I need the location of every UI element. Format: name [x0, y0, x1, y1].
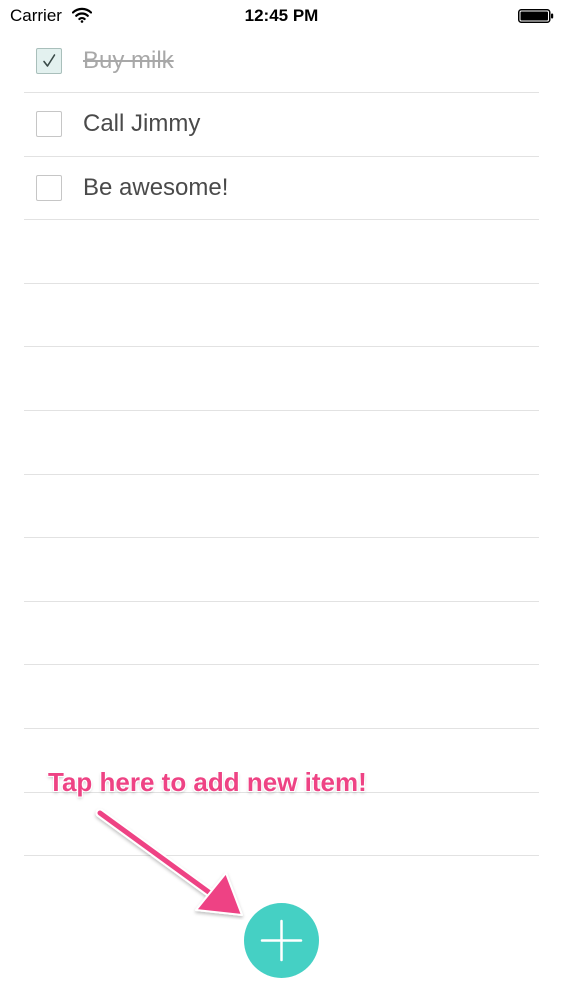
status-bar: Carrier 12:45 PM	[0, 0, 563, 32]
checkmark-icon	[43, 54, 56, 67]
plus-icon	[260, 919, 303, 962]
empty-row	[24, 665, 539, 729]
empty-row	[24, 475, 539, 539]
todo-item[interactable]: Call Jimmy	[24, 93, 539, 157]
empty-row	[24, 602, 539, 666]
item-label: Buy milk	[83, 47, 174, 74]
add-item-button[interactable]	[244, 903, 319, 978]
battery-icon	[518, 9, 554, 23]
screen: Carrier 12:45 PM Buy milk Call Jimmy Be …	[0, 0, 563, 1000]
item-label: Call Jimmy	[83, 110, 201, 138]
empty-row	[24, 220, 539, 284]
arrow-icon	[95, 808, 243, 916]
todo-item[interactable]: Buy milk	[24, 30, 539, 93]
item-checkbox[interactable]	[36, 174, 62, 201]
item-checkbox[interactable]	[36, 111, 62, 138]
status-time: 12:45 PM	[244, 6, 319, 25]
item-label: Be awesome!	[83, 173, 229, 201]
item-checkbox-checked[interactable]	[36, 48, 62, 74]
empty-row	[24, 284, 539, 348]
todo-list: Buy milk Call Jimmy Be awesome!	[24, 30, 539, 857]
empty-row	[24, 538, 539, 602]
add-item-hint: Tap here to add new item!	[48, 767, 367, 797]
empty-row	[24, 411, 539, 475]
todo-item[interactable]: Be awesome!	[24, 157, 539, 221]
empty-row	[24, 347, 539, 411]
